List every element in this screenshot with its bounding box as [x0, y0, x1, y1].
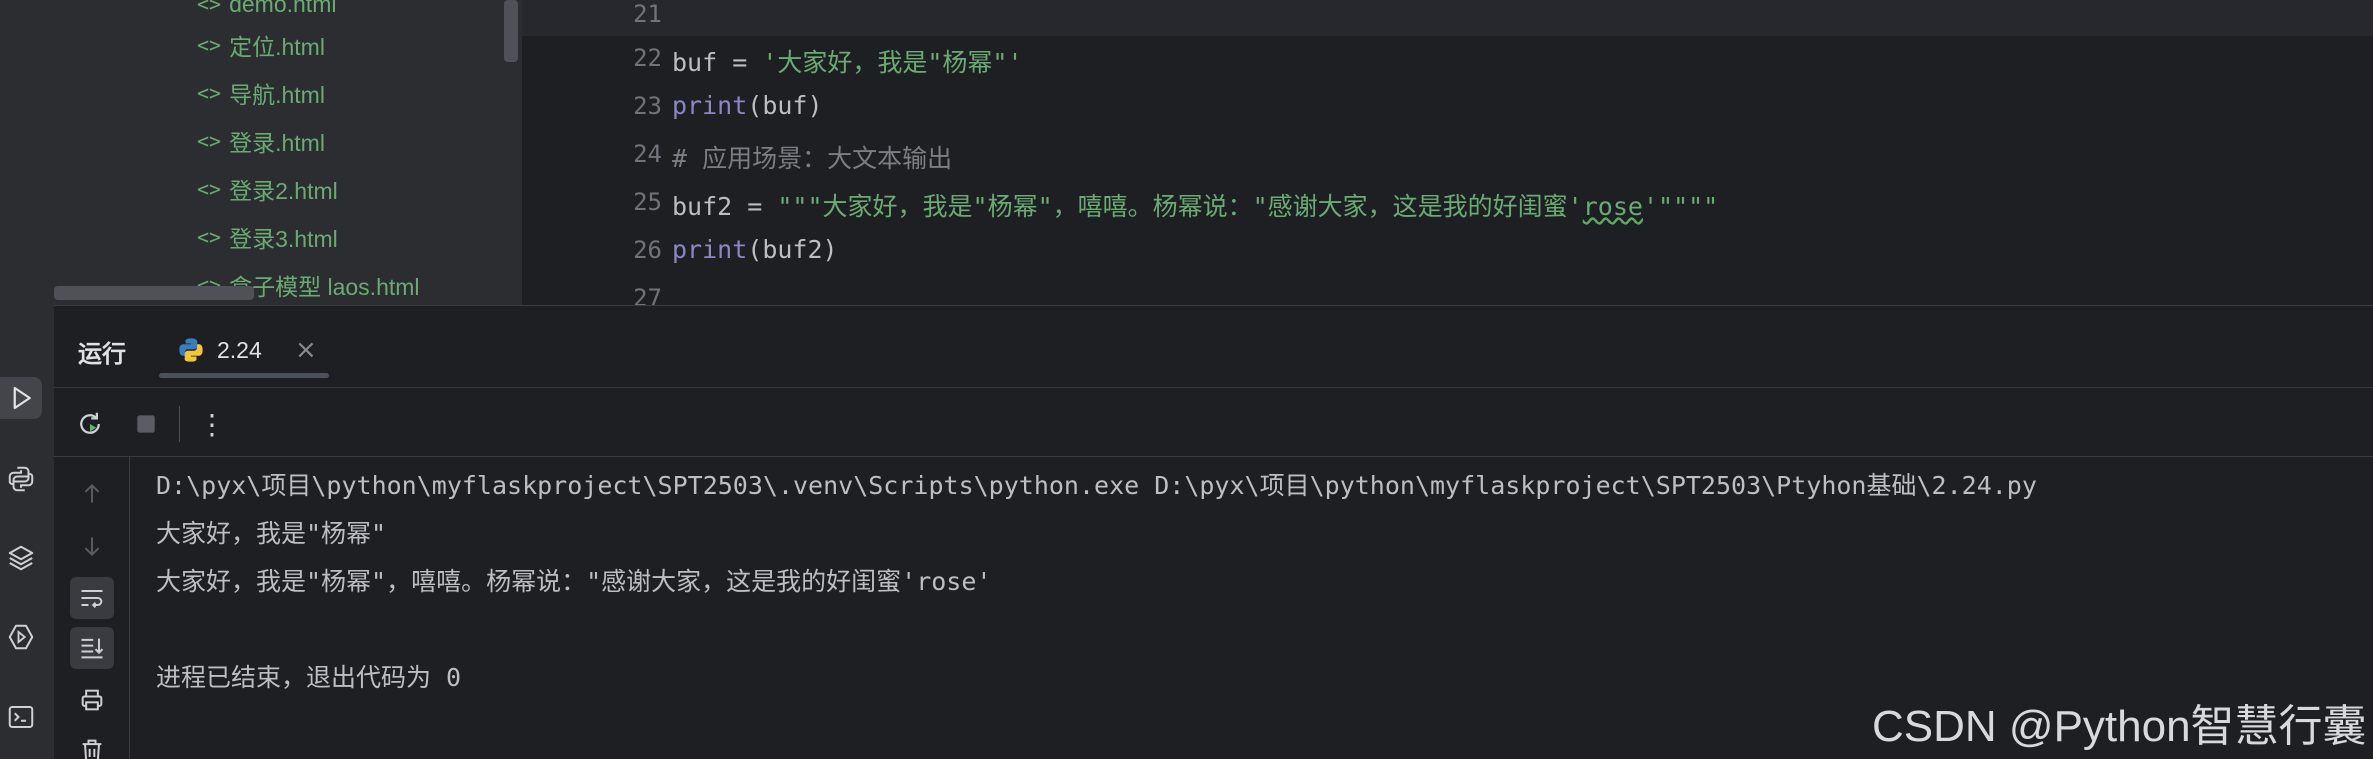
stop-icon — [137, 415, 155, 433]
soft-wrap-button[interactable] — [70, 577, 114, 619]
python-icon — [179, 338, 203, 362]
line-number: 26 — [633, 236, 662, 264]
clear-console-button[interactable] — [70, 729, 114, 759]
stop-button[interactable] — [128, 406, 164, 442]
tree-file-item[interactable]: <> 登录3.html — [197, 219, 338, 255]
line-number: 25 — [633, 188, 662, 216]
print-icon — [81, 689, 103, 711]
tree-file-label: 登录2.html — [229, 178, 338, 204]
console-line: D:\pyx\项目\python\myflaskproject\SPT2503\… — [156, 471, 2037, 500]
tool-window-strip — [0, 0, 54, 759]
scroll-to-end-button[interactable] — [70, 627, 114, 669]
console-side-toolbar — [54, 457, 130, 759]
code-line-25: buf2 = """大家好，我是"杨幂"，嘻嘻。杨幂说："感谢大家，这是我的好闺… — [672, 192, 1719, 221]
arrow-up-icon — [84, 483, 100, 503]
run-panel-header: 运行 2.24 × — [54, 305, 2373, 387]
run-icon[interactable] — [0, 377, 42, 419]
trash-icon — [82, 739, 102, 759]
run-tab-label: 2.24 — [217, 337, 262, 363]
close-icon[interactable]: × — [295, 335, 317, 365]
tree-file-label: 盒子模型 laos.html — [229, 274, 420, 300]
console-line: 大家好，我是"杨幂"，嘻嘻。杨幂说："感谢大家，这是我的好闺蜜'rose' — [156, 567, 992, 596]
typo-marker: rose — [1582, 192, 1643, 221]
code-line-24: # 应用场景：大文本输出 — [672, 144, 953, 173]
tree-file-item[interactable]: <> 登录2.html — [197, 171, 338, 207]
tree-vertical-scrollbar[interactable] — [504, 0, 518, 62]
tree-file-label: 定位.html — [229, 34, 325, 60]
project-tree: <> demo.html <> 定位.html <> 导航.html <> 登录.htm… — [54, 0, 522, 305]
active-tab-indicator — [159, 373, 329, 378]
tree-file-item[interactable]: <> demo.html — [197, 0, 336, 22]
toolbar-separator — [179, 406, 180, 442]
rerun-button[interactable] — [72, 406, 108, 442]
tree-file-item[interactable]: <> 导航.html — [197, 75, 325, 111]
python-console-icon[interactable] — [0, 458, 42, 500]
console-line: 大家好，我是"杨幂" — [156, 519, 387, 548]
run-toolbar: ⋮ — [54, 387, 2373, 457]
soft-wrap-icon — [81, 590, 103, 609]
scroll-up-button[interactable] — [70, 473, 114, 515]
services-icon[interactable] — [0, 616, 42, 658]
run-panel-title: 运行 — [78, 341, 126, 368]
run-tab[interactable]: 2.24 × — [159, 320, 329, 378]
scroll-down-button[interactable] — [70, 525, 114, 567]
code-editor[interactable]: 21 22 23 24 25 26 27 buf = '大家好，我是"杨幂"' … — [522, 0, 2373, 305]
arrow-down-icon — [84, 537, 100, 557]
code-line-26: print(buf2) — [672, 235, 838, 264]
terminal-icon[interactable] — [0, 696, 42, 738]
code-line-23: print(buf) — [672, 91, 823, 120]
tree-file-item[interactable]: <> 定位.html — [197, 27, 325, 63]
line-number: 21 — [633, 0, 662, 28]
scroll-to-end-icon — [81, 638, 104, 659]
tree-file-item[interactable]: <> 登录.html — [197, 123, 325, 159]
tree-file-label: 登录3.html — [229, 226, 338, 252]
tree-file-label: 导航.html — [229, 82, 325, 108]
watermark: CSDN @Python智慧行囊 — [1872, 702, 2367, 751]
code-line-22: buf = '大家好，我是"杨幂"' — [672, 48, 1023, 77]
line-number: 27 — [633, 284, 662, 305]
current-line-highlight — [522, 0, 2373, 36]
layers-icon[interactable] — [0, 537, 42, 579]
print-button[interactable] — [70, 679, 114, 721]
line-number: 24 — [633, 140, 662, 168]
line-number: 22 — [633, 44, 662, 72]
line-number: 23 — [633, 92, 662, 120]
tree-file-label: demo.html — [229, 0, 337, 17]
line-number-gutter: 21 22 23 24 25 26 27 — [522, 0, 662, 305]
tree-horizontal-scrollbar[interactable] — [54, 286, 254, 300]
rerun-icon — [80, 412, 100, 434]
tree-file-label: 登录.html — [229, 130, 325, 156]
more-options-button[interactable]: ⋮ — [194, 406, 230, 442]
console-line: 进程已结束，退出代码为 0 — [156, 663, 462, 692]
